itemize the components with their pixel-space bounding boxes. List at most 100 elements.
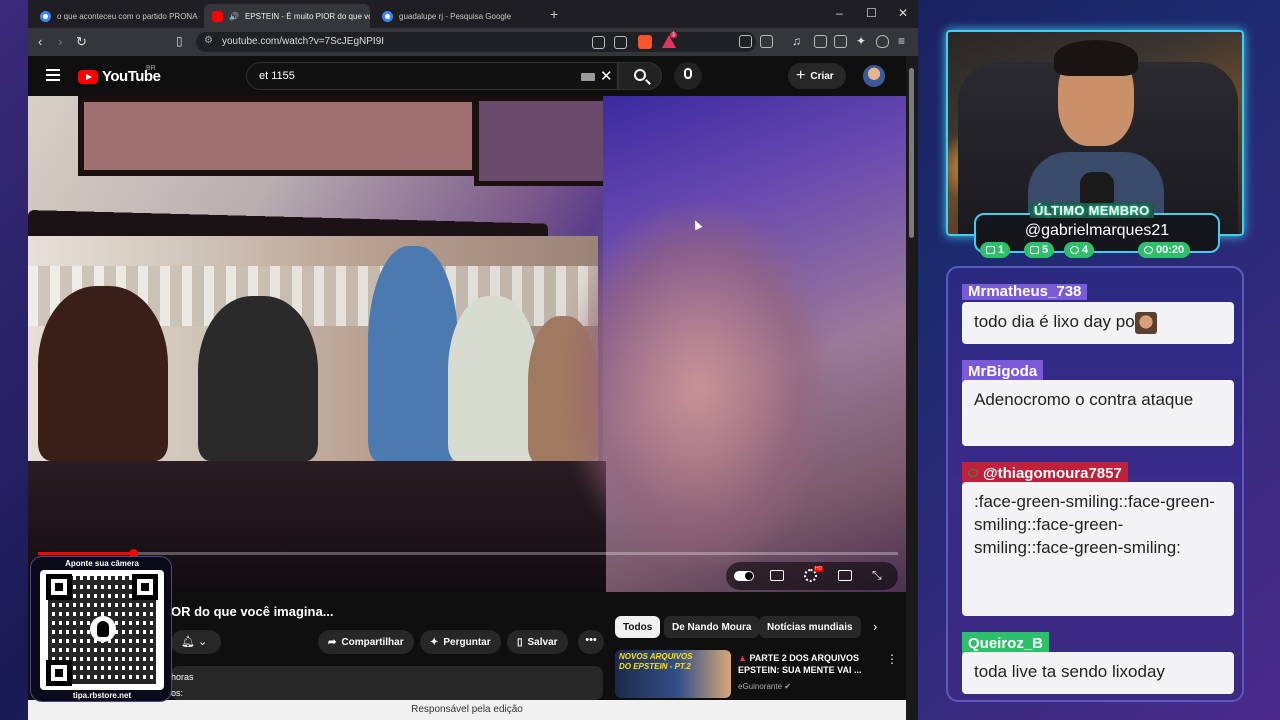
search-icon bbox=[634, 69, 646, 81]
chat-message: Adenocromo o contra ataque bbox=[962, 380, 1234, 446]
video-title: OR do que você imagina... bbox=[171, 604, 334, 619]
sparkle-icon: ✦ bbox=[430, 636, 439, 648]
chip-noticias-mundiais[interactable]: Notícias mundiais bbox=[759, 616, 861, 638]
status-bar: Responsável pela edição bbox=[28, 700, 906, 720]
ask-button[interactable]: ✦ Perguntar bbox=[420, 630, 501, 654]
create-button[interactable]: + Criar bbox=[788, 63, 846, 89]
recommendation-channel[interactable]: eGuinorante ✔ bbox=[738, 682, 791, 691]
member-badge-icon bbox=[968, 469, 978, 477]
verified-icon: ✔ bbox=[784, 682, 791, 691]
video-player[interactable]: HD ⤡ bbox=[28, 96, 906, 592]
extensions-icon[interactable] bbox=[739, 35, 752, 48]
new-tab-button[interactable]: + bbox=[550, 6, 558, 22]
site-info-icon[interactable]: ⚙ bbox=[204, 35, 213, 46]
chip-todos[interactable]: Todos bbox=[615, 616, 661, 638]
wall-picture-frame bbox=[474, 96, 614, 186]
alert-emoji-icon: ▲ bbox=[738, 653, 747, 663]
forward-icon[interactable]: › bbox=[58, 34, 62, 49]
back-icon[interactable]: ‹ bbox=[38, 34, 42, 49]
share-button[interactable]: ➦ Compartilhar bbox=[318, 630, 414, 654]
chat-panel: Mrmatheus_738 todo dia é lixo day po MrB… bbox=[946, 266, 1244, 702]
address-bar-row: ‹ › ↻ ▯ ⚙ youtube.com/watch?v=7ScJEgNPI9… bbox=[28, 28, 918, 56]
hd-badge: HD bbox=[814, 566, 824, 572]
account-avatar[interactable] bbox=[863, 65, 885, 87]
person-silhouette bbox=[38, 286, 168, 461]
tab-epstein[interactable]: 🔊 EPSTEIN - É muito PIOR do que voc ✕ bbox=[204, 4, 370, 28]
audio-icon[interactable]: 🔊 bbox=[229, 12, 239, 21]
stat-chat: 1 bbox=[980, 242, 1011, 258]
qr-url: tipa.rbstore.net bbox=[72, 691, 132, 700]
miniplayer-icon[interactable] bbox=[838, 570, 852, 581]
photo-on-monitor bbox=[28, 236, 598, 461]
more-actions-button[interactable]: ••• bbox=[578, 630, 604, 654]
tab-prona[interactable]: o que aconteceu com o partido PRONA - Pe bbox=[32, 4, 200, 28]
last-member-label: ÚLTIMO MEMBRO bbox=[1030, 203, 1154, 218]
qr-caption: Aponte sua câmera bbox=[65, 559, 139, 568]
player-controls: HD ⤡ bbox=[726, 562, 898, 590]
tab-guadalupe[interactable]: guadalupe rj - Pesquisa Google bbox=[374, 4, 544, 28]
minimize-button[interactable]: – bbox=[836, 6, 843, 20]
fullscreen-icon[interactable]: ⤡ bbox=[872, 568, 882, 583]
voice-search-button[interactable] bbox=[674, 62, 702, 90]
music-icon[interactable]: ♫ bbox=[792, 34, 801, 48]
person-silhouette bbox=[448, 296, 538, 461]
search-button[interactable] bbox=[618, 62, 662, 90]
youtube-icon bbox=[212, 10, 223, 22]
chat-message: :face-green-smiling::face-green-smiling:… bbox=[962, 482, 1234, 616]
wallet-icon[interactable] bbox=[834, 35, 847, 48]
bookmark-icon[interactable]: ▯ bbox=[176, 34, 183, 48]
qr-code-overlay: Aponte sua câmera tipa.rbstore.net bbox=[30, 556, 172, 702]
hamburger-menu-icon[interactable] bbox=[46, 69, 60, 81]
stat-refresh: 4 bbox=[1064, 242, 1095, 258]
member-name: @gabrielmarques21 bbox=[1024, 222, 1170, 239]
vpn-shield-icon[interactable] bbox=[876, 35, 889, 48]
region-code: BR bbox=[146, 65, 156, 72]
maximize-button[interactable]: ☐ bbox=[866, 6, 877, 20]
refresh-icon bbox=[1070, 246, 1079, 254]
bell-icon: 🔔︎ ⌄ bbox=[181, 636, 208, 648]
tab-bar: o que aconteceu com o partido PRONA - Pe… bbox=[28, 0, 918, 28]
url-field[interactable]: ⚙ youtube.com/watch?v=7ScJEgNPI9I 1 bbox=[196, 32, 756, 52]
chip-de-nando-moura[interactable]: De Nando Moura bbox=[664, 616, 760, 638]
thumbnail-text: NOVOS ARQUIVOS DO EPSTEIN - PT.2 bbox=[619, 652, 693, 671]
share-icon[interactable] bbox=[614, 36, 627, 49]
notification-bell-button[interactable]: 🔔︎ ⌄ bbox=[171, 630, 221, 654]
blurred-hand bbox=[568, 206, 828, 566]
leo-ai-icon[interactable]: ✦ bbox=[856, 34, 866, 48]
cast-icon[interactable] bbox=[592, 36, 605, 49]
recommendation-title[interactable]: ▲ PARTE 2 DOS ARQUIVOS EPSTEIN: SUA MENT… bbox=[738, 652, 878, 676]
brave-shields-icon[interactable] bbox=[638, 35, 652, 49]
keyboard-icon[interactable] bbox=[581, 73, 595, 81]
wall-picture-frame bbox=[78, 96, 478, 176]
progress-bar[interactable] bbox=[38, 549, 898, 558]
chat-username: MrBigoda bbox=[962, 360, 1044, 382]
page-scrollbar[interactable] bbox=[906, 56, 918, 720]
search-query: et 1155 bbox=[259, 70, 295, 82]
close-window-button[interactable]: ✕ bbox=[898, 6, 908, 20]
description-line: horas bbox=[171, 672, 194, 682]
chat-message: toda live ta sendo lixoday bbox=[962, 652, 1234, 694]
menu-icon[interactable]: ≡ bbox=[898, 34, 905, 48]
rewards-badge: 1 bbox=[670, 32, 678, 38]
google-icon bbox=[382, 10, 393, 22]
screenshot-icon[interactable] bbox=[760, 35, 773, 48]
autoplay-toggle[interactable] bbox=[734, 571, 754, 581]
qr-code bbox=[40, 570, 164, 690]
recommendation-thumbnail[interactable]: NOVOS ARQUIVOS DO EPSTEIN - PT.2 bbox=[615, 650, 731, 698]
person-silhouette bbox=[198, 296, 318, 461]
subtitles-icon[interactable] bbox=[770, 570, 784, 581]
recommendation-more-icon[interactable]: ⋮ bbox=[886, 652, 898, 666]
sidebar-icon[interactable] bbox=[814, 35, 827, 48]
search-input[interactable]: et 1155 ✕ bbox=[246, 62, 618, 90]
reload-icon[interactable]: ↻ bbox=[76, 34, 87, 50]
description-box[interactable]: horas os: bbox=[171, 666, 603, 700]
chat-message: todo dia é lixo day po bbox=[962, 302, 1234, 344]
share-arrow-icon: ➦ bbox=[328, 636, 337, 648]
google-icon bbox=[40, 10, 51, 22]
stat-timer: 00:20 bbox=[1138, 242, 1191, 258]
clear-search-icon[interactable]: ✕ bbox=[600, 67, 613, 85]
save-button[interactable]: ▯ Salvar bbox=[507, 630, 568, 654]
stat-youtube: 5 bbox=[1024, 242, 1055, 258]
chevron-right-icon[interactable]: › bbox=[873, 619, 877, 634]
person-silhouette bbox=[368, 246, 458, 461]
